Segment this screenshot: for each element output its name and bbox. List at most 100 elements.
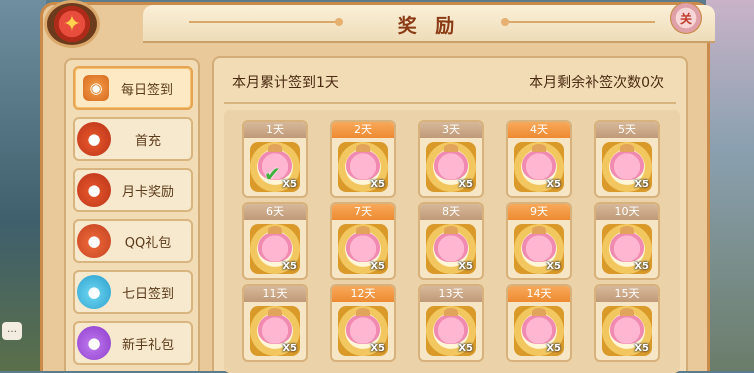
reward-item-icon: X5 bbox=[514, 142, 564, 192]
day-cell-15[interactable]: 15天 X5 bbox=[594, 284, 660, 362]
red-bag-icon: ● bbox=[77, 224, 111, 258]
pig-bag-icon bbox=[522, 308, 556, 344]
day-label: 4天 bbox=[508, 122, 570, 138]
checkin-content: 本月累计签到1天 本月剩余补签次数0次 1天 ✔ X5 2天 X5 3天 X5 4天 X5 5天 X… bbox=[212, 56, 688, 373]
day-label: 3天 bbox=[420, 122, 482, 138]
background-right bbox=[706, 0, 754, 371]
reward-item-icon: X5 bbox=[250, 224, 300, 274]
reward-item-icon: X5 bbox=[426, 306, 476, 356]
sidebar-item-seven-day[interactable]: ● 七日签到 bbox=[73, 270, 193, 314]
day-label: 13天 bbox=[420, 286, 482, 302]
day-cell-3[interactable]: 3天 X5 bbox=[418, 120, 484, 198]
chat-icon[interactable]: … bbox=[2, 322, 22, 340]
pig-bag-icon bbox=[522, 226, 556, 262]
reward-quantity: X5 bbox=[546, 179, 561, 190]
sidebar-item-label: 每日签到 bbox=[120, 82, 173, 98]
day-cell-8[interactable]: 8天 X5 bbox=[418, 202, 484, 280]
reward-quantity: X5 bbox=[634, 261, 649, 272]
title-bar: 奖 励 bbox=[143, 5, 715, 43]
day-cell-11[interactable]: 11天 X5 bbox=[242, 284, 308, 362]
close-button[interactable]: 关 bbox=[670, 2, 702, 34]
day-label: 10天 bbox=[596, 204, 658, 220]
sidebar-item-label: 新手礼包 bbox=[121, 337, 174, 353]
reward-quantity: X5 bbox=[282, 261, 297, 272]
day-label: 11天 bbox=[244, 286, 306, 302]
reward-quantity: X5 bbox=[282, 343, 297, 354]
reward-quantity: X5 bbox=[370, 343, 385, 354]
divider bbox=[224, 102, 676, 104]
reward-quantity: X5 bbox=[370, 179, 385, 190]
checkin-summary: 本月累计签到1天 本月剩余补签次数0次 bbox=[214, 64, 686, 98]
reward-quantity: X5 bbox=[370, 261, 385, 272]
sidebar-item-label: QQ礼包 bbox=[124, 235, 172, 251]
day-cell-9[interactable]: 9天 X5 bbox=[506, 202, 572, 280]
daily-checkin-icon: ◉ bbox=[83, 75, 109, 101]
reward-item-icon: X5 bbox=[338, 306, 388, 356]
pig-bag-icon bbox=[346, 308, 380, 344]
day-cell-7[interactable]: 7天 X5 bbox=[330, 202, 396, 280]
pig-bag-icon bbox=[258, 226, 292, 262]
pig-bag-icon bbox=[258, 308, 292, 344]
day-label: 8天 bbox=[420, 204, 482, 220]
reward-sidebar: ◉ 每日签到 ● 首充 ● 月卡奖励 ● QQ礼包 ● 七日签到 ● 新手礼包 bbox=[64, 58, 200, 371]
reward-quantity: X5 bbox=[458, 261, 473, 272]
sidebar-item-qq-gift[interactable]: ● QQ礼包 bbox=[73, 219, 193, 263]
day-label: 7天 bbox=[332, 204, 394, 220]
reward-item-icon: X5 bbox=[426, 142, 476, 192]
sidebar-item-first-charge[interactable]: ● 首充 bbox=[73, 117, 193, 161]
red-bag-icon: ● bbox=[77, 173, 111, 207]
day-cell-5[interactable]: 5天 X5 bbox=[594, 120, 660, 198]
day-label: 12天 bbox=[332, 286, 394, 302]
reward-quantity: X5 bbox=[634, 343, 649, 354]
sidebar-item-monthly-card[interactable]: ● 月卡奖励 bbox=[73, 168, 193, 212]
sidebar-item-label: 七日签到 bbox=[121, 286, 174, 302]
day-label: 9天 bbox=[508, 204, 570, 220]
title-ornament-right bbox=[501, 18, 655, 26]
pig-bag-icon bbox=[346, 226, 380, 262]
remaining-makeup-count: 本月剩余补签次数0次 bbox=[529, 75, 664, 91]
day-cell-6[interactable]: 6天 X5 bbox=[242, 202, 308, 280]
pig-bag-icon bbox=[434, 308, 468, 344]
claimed-check-icon: ✔ bbox=[264, 162, 281, 186]
reward-item-icon: X5 bbox=[602, 142, 652, 192]
day-label: 1天 bbox=[244, 122, 306, 138]
blue-bag-icon: ● bbox=[77, 275, 111, 309]
reward-quantity: X5 bbox=[546, 261, 561, 272]
reward-item-icon: X5 bbox=[338, 142, 388, 192]
pig-bag-icon bbox=[522, 144, 556, 180]
reward-item-icon: X5 bbox=[602, 306, 652, 356]
reward-quantity: X5 bbox=[282, 179, 297, 190]
sidebar-item-daily-checkin[interactable]: ◉ 每日签到 bbox=[73, 66, 193, 110]
day-cell-14[interactable]: 14天 X5 bbox=[506, 284, 572, 362]
pig-bag-icon bbox=[434, 144, 468, 180]
day-cell-4[interactable]: 4天 X5 bbox=[506, 120, 572, 198]
monthly-checkin-count: 本月累计签到1天 bbox=[232, 75, 339, 91]
pig-bag-icon bbox=[346, 144, 380, 180]
reward-quantity: X5 bbox=[546, 343, 561, 354]
reward-item-icon: X5 bbox=[426, 224, 476, 274]
day-cell-10[interactable]: 10天 X5 bbox=[594, 202, 660, 280]
day-cell-2[interactable]: 2天 X5 bbox=[330, 120, 396, 198]
day-label: 5天 bbox=[596, 122, 658, 138]
reward-item-icon: X5 bbox=[602, 224, 652, 274]
checkin-grid: 1天 ✔ X5 2天 X5 3天 X5 4天 X5 5天 X5 6天 X5 7天 X5 8天 X5 9天 X5 10天… bbox=[224, 110, 680, 373]
purple-bag-icon: ● bbox=[77, 326, 111, 360]
day-label: 15天 bbox=[596, 286, 658, 302]
pig-bag-icon bbox=[610, 226, 644, 262]
reward-item-icon: X5 bbox=[338, 224, 388, 274]
day-cell-13[interactable]: 13天 X5 bbox=[418, 284, 484, 362]
gift-box-icon: ✦ bbox=[44, 0, 100, 48]
reward-item-icon: X5 bbox=[514, 224, 564, 274]
day-label: 14天 bbox=[508, 286, 570, 302]
sidebar-item-label: 月卡奖励 bbox=[121, 184, 174, 200]
sidebar-item-label: 首充 bbox=[134, 133, 161, 149]
day-cell-12[interactable]: 12天 X5 bbox=[330, 284, 396, 362]
red-bag-icon: ● bbox=[77, 122, 111, 156]
pig-bag-icon bbox=[434, 226, 468, 262]
sidebar-item-novice-gift[interactable]: ● 新手礼包 bbox=[73, 321, 193, 365]
day-cell-1[interactable]: 1天 ✔ X5 bbox=[242, 120, 308, 198]
title-ornament-left bbox=[189, 18, 343, 26]
reward-quantity: X5 bbox=[458, 179, 473, 190]
reward-item-icon: X5 bbox=[250, 306, 300, 356]
pig-bag-icon bbox=[610, 308, 644, 344]
